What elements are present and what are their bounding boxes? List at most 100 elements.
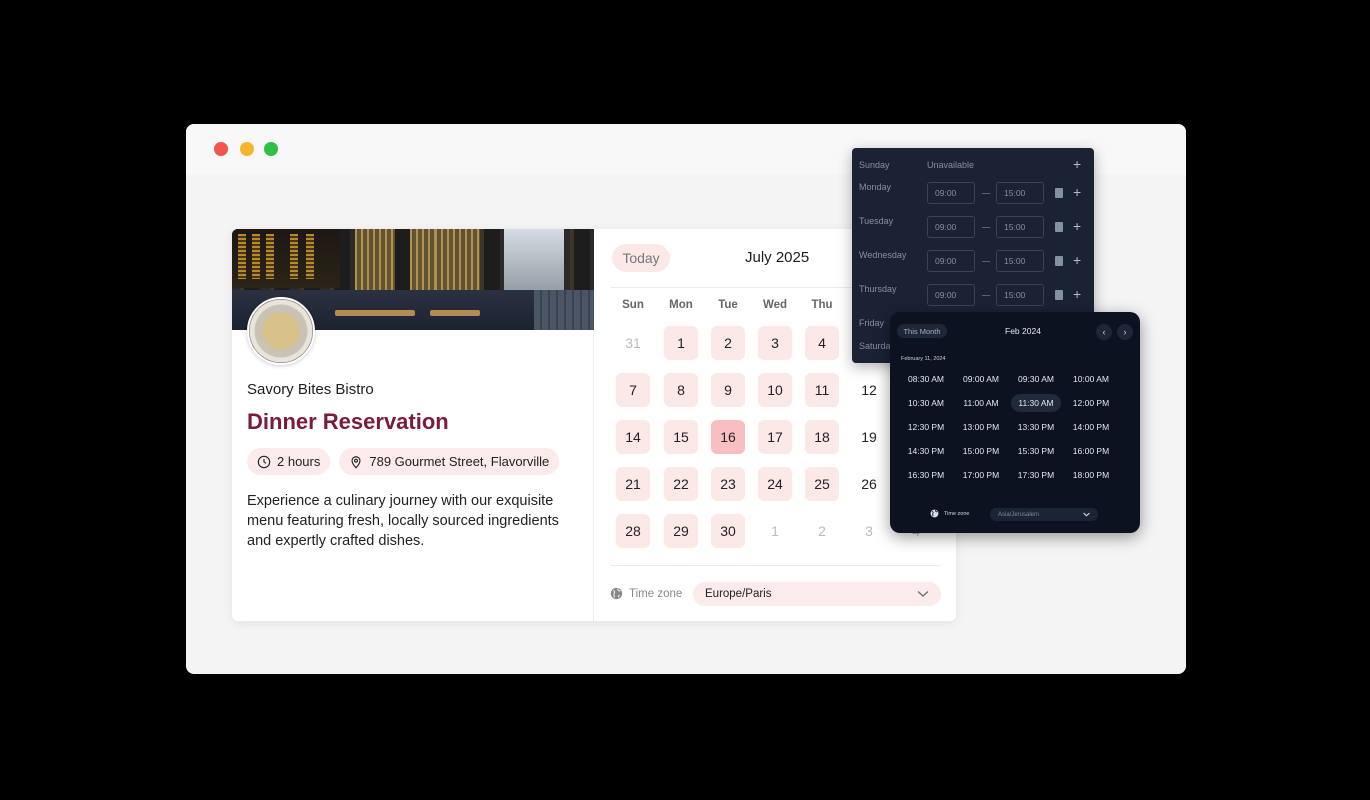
time-slot[interactable]: 17:30 PM [1011,466,1061,484]
selected-time-slot[interactable]: 11:30 AM [1011,394,1061,412]
time-slot[interactable]: 12:00 PM [1066,394,1116,412]
range-separator [982,295,990,296]
globe-icon [610,587,623,600]
event-details: Savory Bites Bistro Dinner Reservation 2… [232,229,594,621]
calendar-day[interactable]: 18 [805,420,839,454]
calendar-day[interactable]: 3 [758,326,792,360]
end-time-input[interactable]: 15:00 [996,250,1044,272]
calendar-day[interactable]: 14 [616,420,650,454]
time-slot[interactable]: 11:00 AM [956,394,1006,412]
location-pin-icon [351,455,361,469]
calendar-day[interactable]: 24 [758,467,792,501]
next-month-button[interactable]: › [1117,324,1133,340]
calendar-day: 2 [818,523,826,539]
weekday-sun: Sun [622,299,644,311]
timezone-label: Time zone [610,587,682,600]
calendar-day[interactable]: 8 [664,373,698,407]
calendar-day[interactable]: 1 [664,326,698,360]
calendar-day[interactable]: 30 [711,514,745,548]
calendar-day[interactable]: 17 [758,420,792,454]
calendar-day[interactable]: 2 [711,326,745,360]
add-slot-icon[interactable]: + [1073,185,1081,199]
calendar-day[interactable]: 28 [616,514,650,548]
calendar-day[interactable]: 9 [711,373,745,407]
time-slot[interactable]: 16:00 PM [1066,442,1116,460]
slots-timezone-select[interactable]: Asia/Jerusalem [990,508,1098,521]
slots-month-label: Feb 2024 [1005,326,1041,336]
add-slot-icon[interactable]: + [1073,287,1081,301]
dish-avatar [247,297,315,365]
location-chip: 789 Gourmet Street, Flavorville [339,448,560,475]
calendar-day[interactable]: 4 [805,326,839,360]
slots-timezone-value: Asia/Jerusalem [998,511,1040,518]
time-slot[interactable]: 15:30 PM [1011,442,1061,460]
trash-icon[interactable] [1055,256,1063,266]
prev-month-button[interactable]: ‹ [1096,324,1112,340]
trash-icon[interactable] [1055,290,1063,300]
today-button[interactable]: Today [612,244,670,272]
weekday-tue: Tue [718,299,738,311]
availability-day-thursday: Thursday [859,284,897,294]
start-time-input[interactable]: 09:00 [927,216,975,238]
calendar-day[interactable]: 15 [664,420,698,454]
calendar-day[interactable]: 11 [805,373,839,407]
trash-icon[interactable] [1055,188,1063,198]
availability-day-monday: Monday [859,182,892,192]
trash-icon[interactable] [1055,222,1063,232]
calendar-day: 26 [861,476,877,492]
selected-day[interactable]: 16 [711,420,745,454]
time-slot[interactable]: 12:30 PM [901,418,951,436]
time-slot[interactable]: 13:00 PM [956,418,1006,436]
calendar-day: 19 [861,429,877,445]
weekday-wed: Wed [762,299,788,311]
time-slot[interactable]: 18:00 PM [1066,466,1116,484]
calendar-day[interactable]: 22 [664,467,698,501]
availability-day-friday: Friday [859,318,885,328]
calendar-day: 31 [625,335,641,351]
time-slot[interactable]: 09:00 AM [956,370,1006,388]
this-month-button[interactable]: This Month [897,324,947,338]
timezone-value: Europe/Paris [705,588,772,600]
close-window-button[interactable] [214,142,228,156]
chevron-down-icon [1083,512,1090,517]
calendar-day: 3 [865,523,873,539]
divider [610,565,940,566]
weekday-mon: Mon [669,299,693,311]
time-slot[interactable]: 14:00 PM [1066,418,1116,436]
calendar-day[interactable]: 25 [805,467,839,501]
start-time-input[interactable]: 09:00 [927,250,975,272]
end-time-input[interactable]: 15:00 [996,182,1044,204]
event-title: Dinner Reservation [247,409,449,434]
time-slot[interactable]: 13:30 PM [1011,418,1061,436]
time-slot[interactable]: 14:30 PM [901,442,951,460]
calendar-day: 1 [771,523,779,539]
timezone-label-text: Time zone [629,587,683,600]
timezone-select[interactable]: Europe/Paris [693,582,941,606]
minimize-window-button[interactable] [240,142,254,156]
add-slot-icon[interactable]: + [1073,253,1081,267]
time-slot[interactable]: 08:30 AM [901,370,951,388]
availability-day-tuesday: Tuesday [859,216,894,226]
globe-icon [930,509,939,518]
time-slot[interactable]: 09:30 AM [1011,370,1061,388]
time-slot[interactable]: 17:00 PM [956,466,1006,484]
calendar-day[interactable]: 10 [758,373,792,407]
availability-day-wednesday: Wednesday [859,250,907,260]
time-slot[interactable]: 10:30 AM [901,394,951,412]
time-slot[interactable]: 10:00 AM [1066,370,1116,388]
add-slot-icon[interactable]: + [1073,219,1081,233]
start-time-input[interactable]: 09:00 [927,284,975,306]
time-slot[interactable]: 15:00 PM [956,442,1006,460]
start-time-input[interactable]: 09:00 [927,182,975,204]
time-slot-panel: This Month Feb 2024 ‹ › February 11, 202… [890,312,1140,533]
calendar-day[interactable]: 21 [616,467,650,501]
time-slot[interactable]: 16:30 PM [901,466,951,484]
end-time-input[interactable]: 15:00 [996,216,1044,238]
slots-timezone-label-text: Time zone [944,510,970,517]
end-time-input[interactable]: 15:00 [996,284,1044,306]
maximize-window-button[interactable] [264,142,278,156]
calendar-day[interactable]: 23 [711,467,745,501]
calendar-day[interactable]: 7 [616,373,650,407]
add-slot-icon[interactable]: + [1073,157,1081,171]
calendar-day[interactable]: 29 [664,514,698,548]
